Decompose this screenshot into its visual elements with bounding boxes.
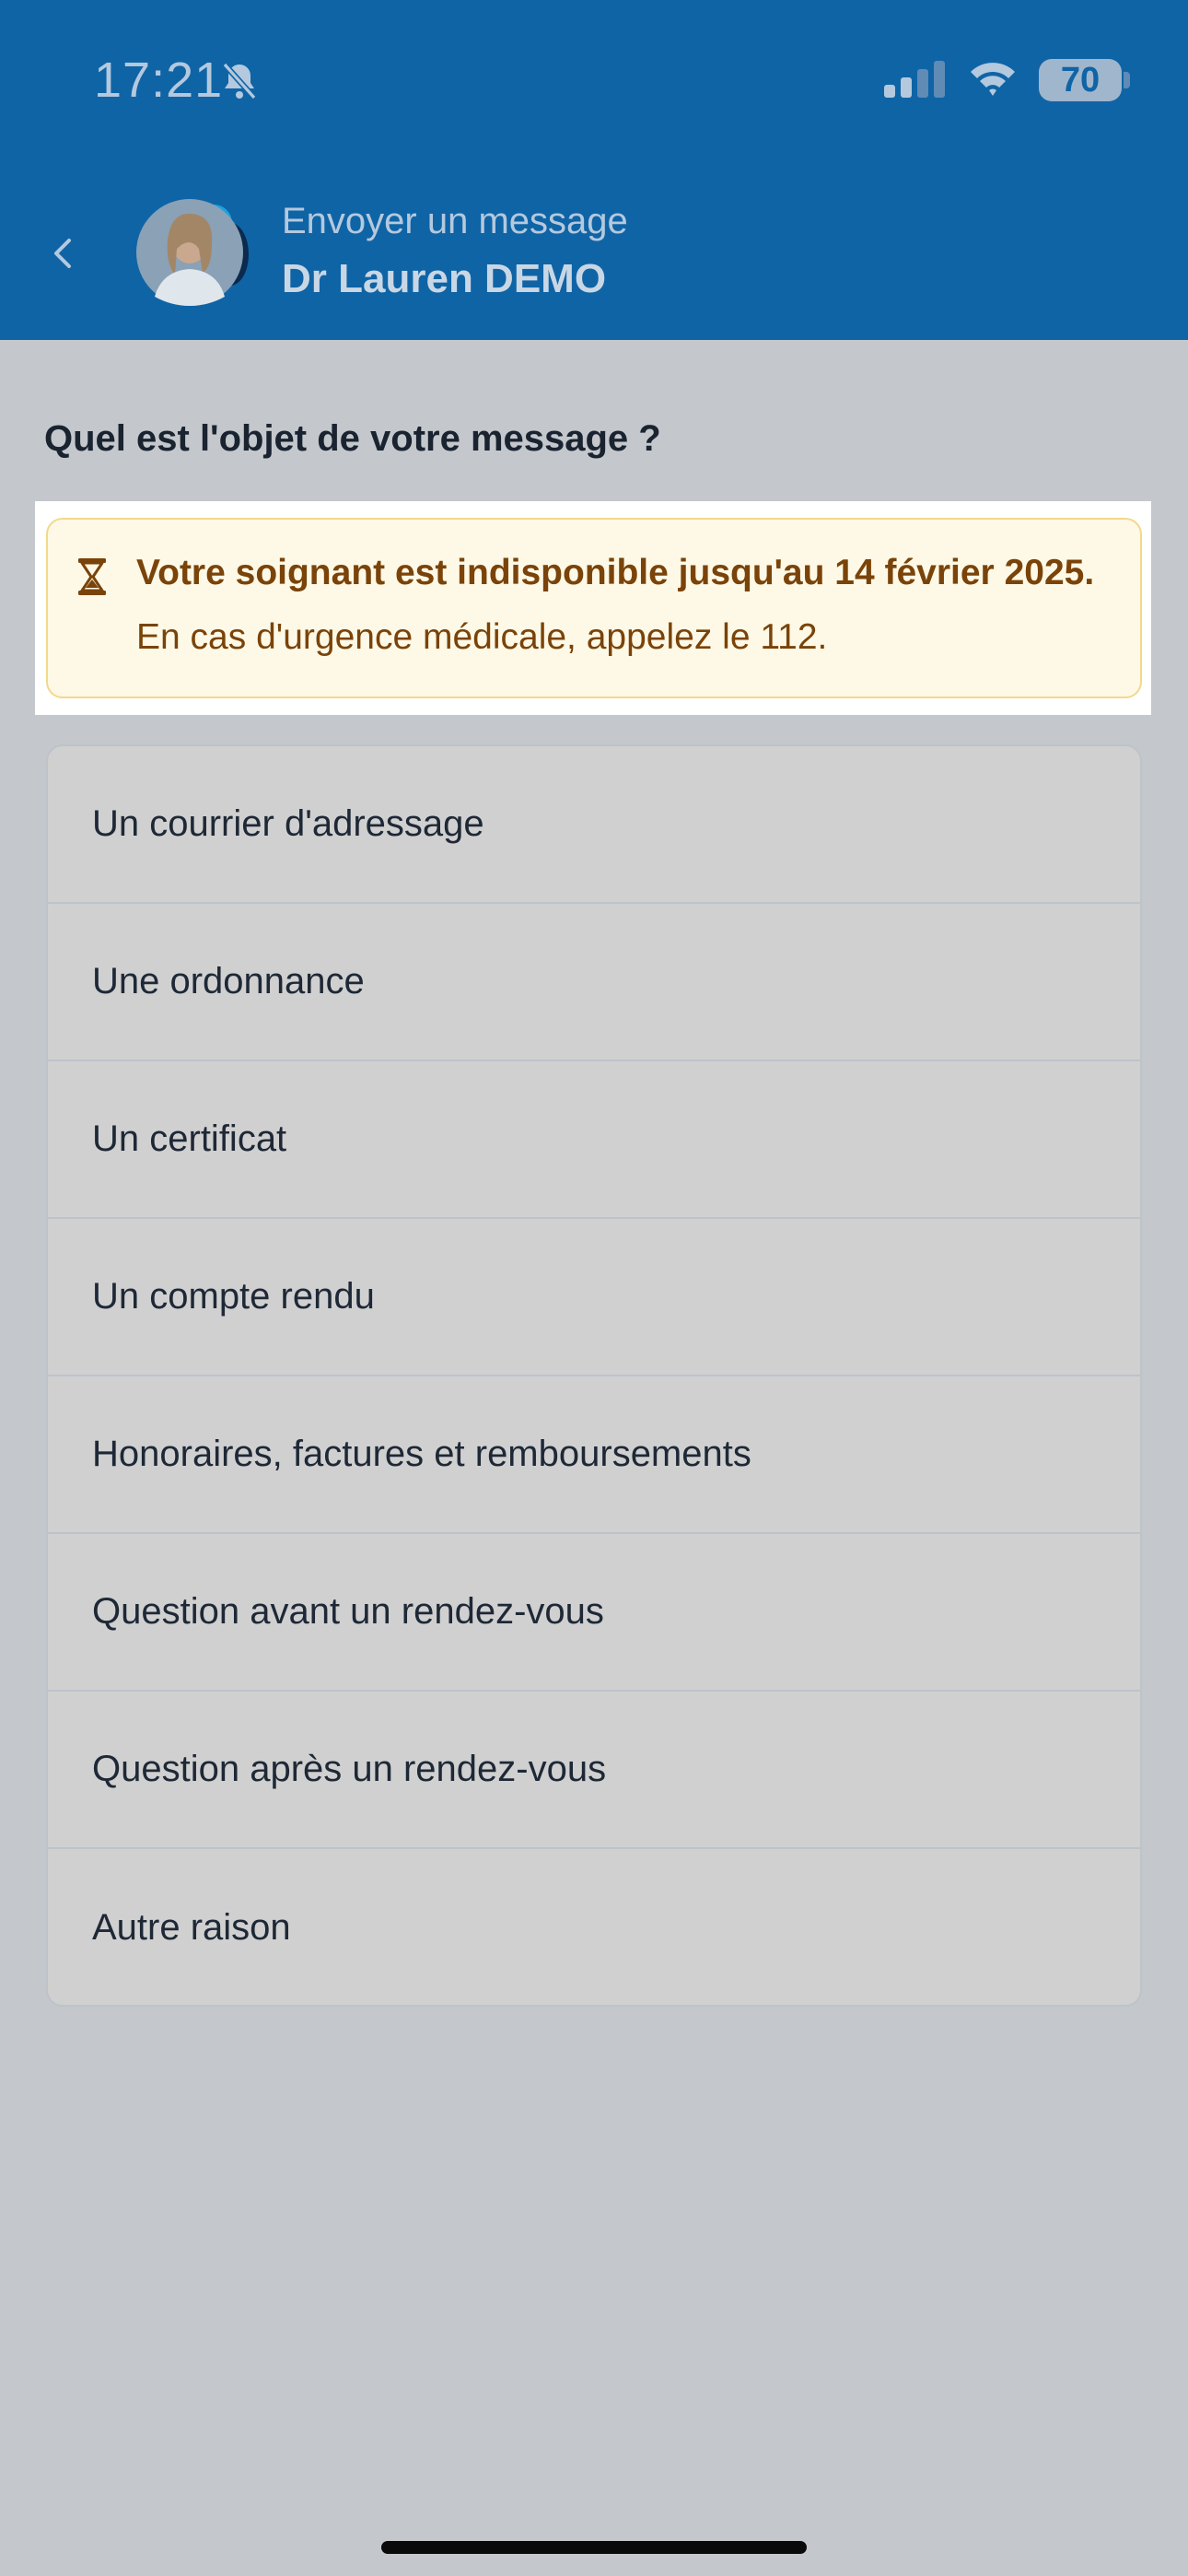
option-honoraires[interactable]: Honoraires, factures et remboursements [48, 1376, 1140, 1534]
option-courrier-adressage[interactable]: Un courrier d'adressage [48, 746, 1140, 904]
page-question: Quel est l'objet de votre message ? [44, 418, 661, 459]
chevron-left-icon [54, 239, 71, 268]
option-ordonnance[interactable]: Une ordonnance [48, 904, 1140, 1061]
bell-slash-icon [222, 62, 257, 100]
wifi-icon [971, 63, 1015, 96]
option-compte-rendu[interactable]: Un compte rendu [48, 1219, 1140, 1376]
unavailability-notice: Votre soignant est indisponible jusqu'au… [46, 518, 1142, 698]
notice-title: Votre soignant est indisponible jusqu'au… [136, 553, 1095, 592]
status-time: 17:21 [94, 53, 224, 108]
battery-level: 70 [1060, 60, 1101, 100]
option-certificat[interactable]: Un certificat [48, 1061, 1140, 1219]
app-header: 17:21 70 Envoyer un message Dr Lauren DE… [0, 0, 1188, 340]
option-autre-raison[interactable]: Autre raison [48, 1849, 1140, 2005]
home-indicator[interactable] [381, 2541, 807, 2554]
avatar [136, 199, 249, 306]
battery-icon: 70 [1039, 59, 1122, 101]
message-subject-list: Un courrier d'adressage Une ordonnance U… [46, 744, 1142, 2007]
signal-icon [884, 61, 945, 98]
back-button[interactable] [37, 221, 88, 286]
header-subtitle: Envoyer un message [282, 201, 628, 241]
option-question-avant-rdv[interactable]: Question avant un rendez-vous [48, 1534, 1140, 1692]
notice-body: En cas d'urgence médicale, appelez le 11… [136, 617, 828, 657]
header-title: Dr Lauren DEMO [282, 256, 607, 301]
option-question-apres-rdv[interactable]: Question après un rendez-vous [48, 1692, 1140, 1849]
battery-tip [1124, 72, 1130, 88]
hourglass-icon [78, 558, 106, 595]
